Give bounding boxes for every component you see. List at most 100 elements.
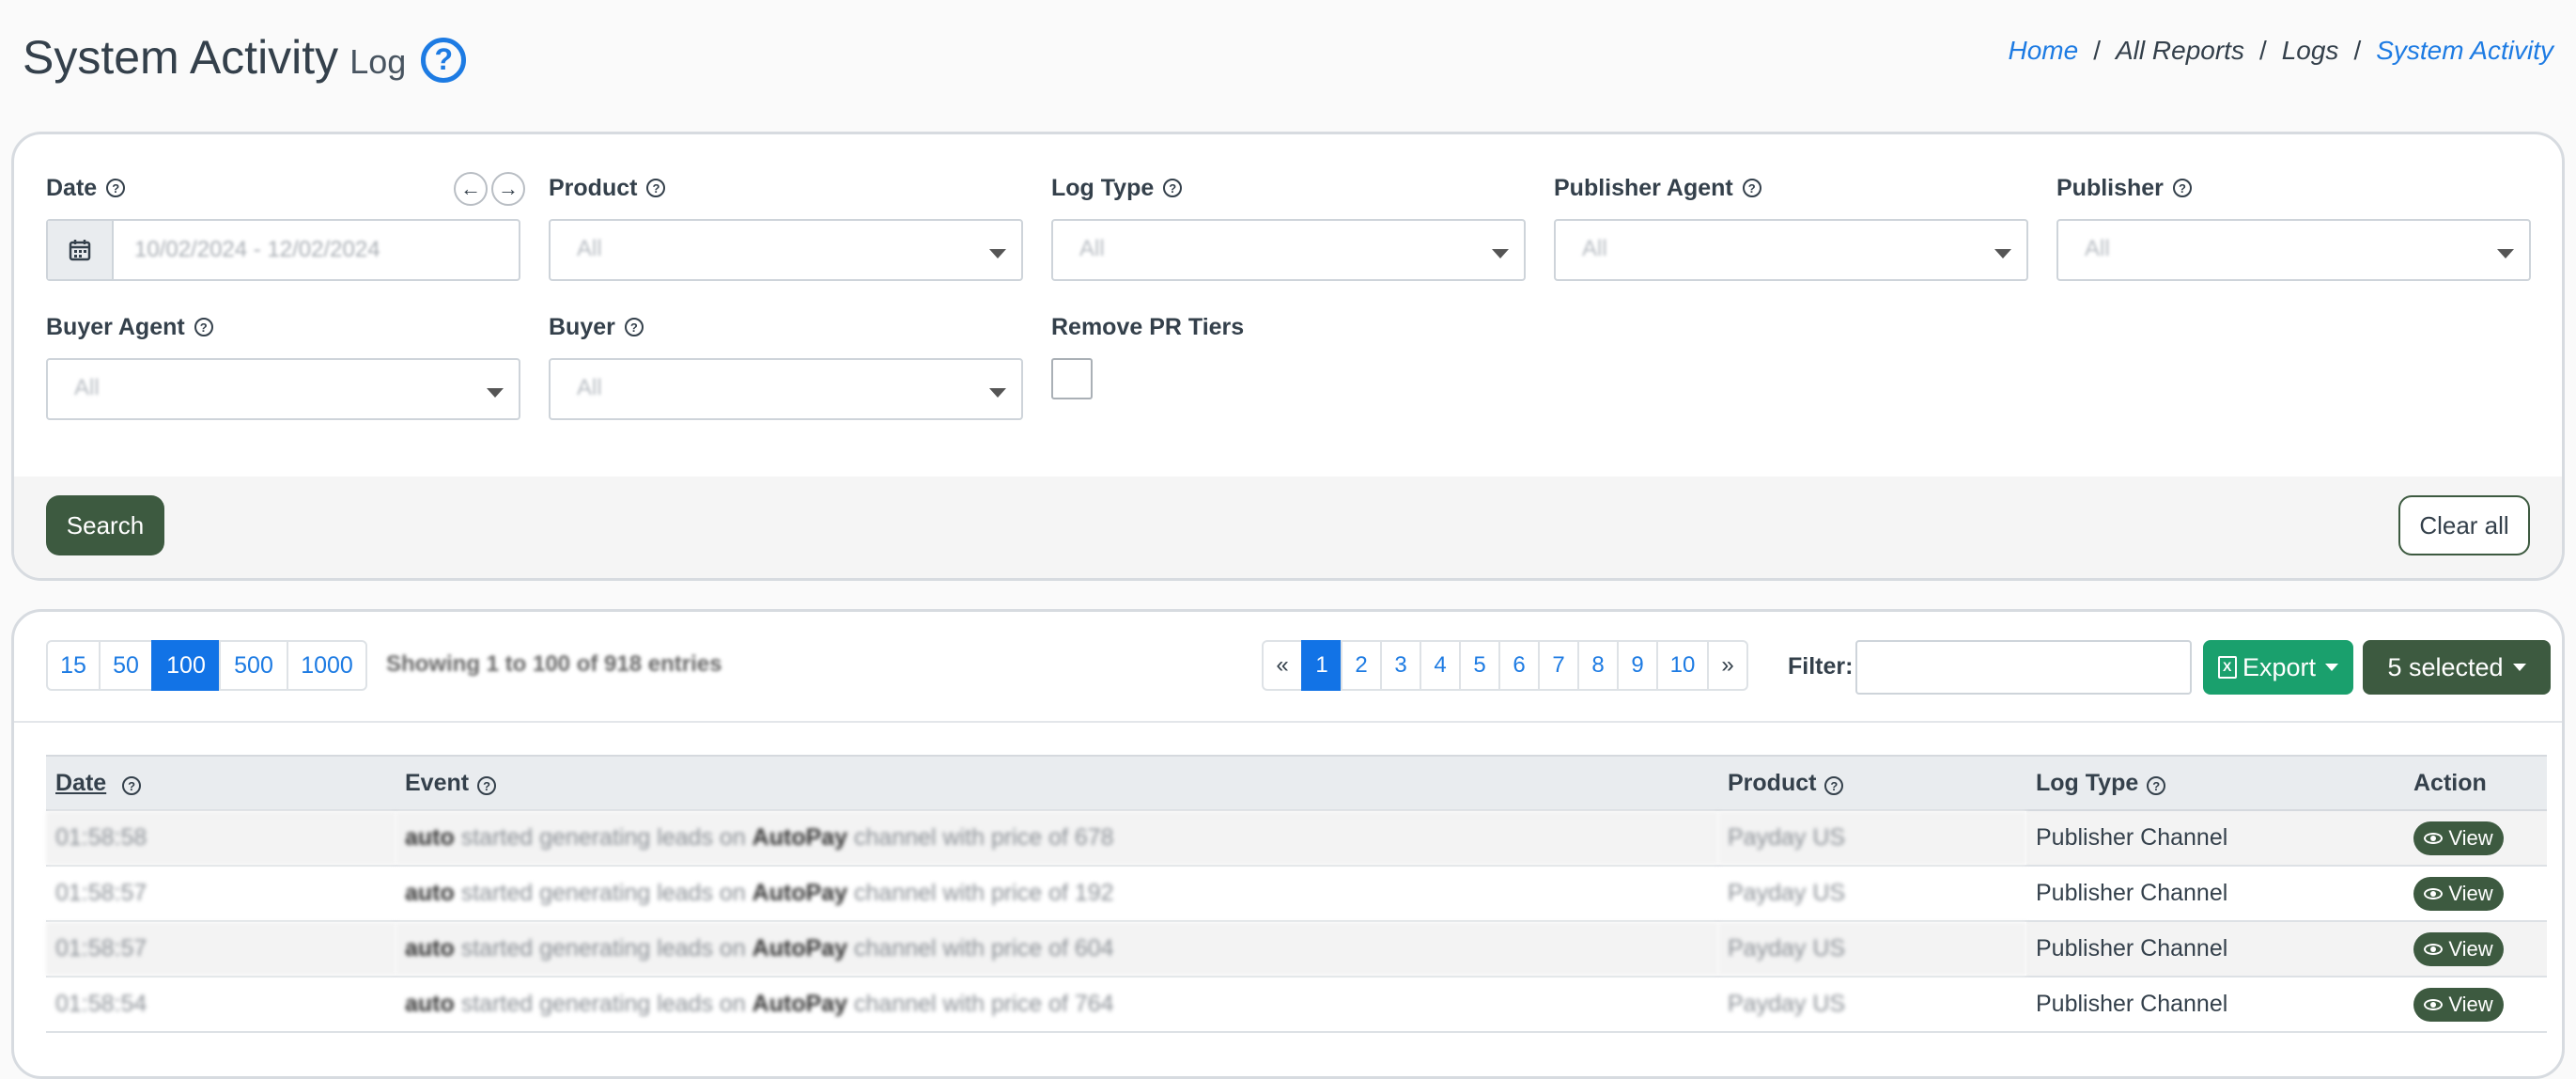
columns-selected-button[interactable]: 5 selected: [2363, 640, 2551, 695]
pagination-page[interactable]: 4: [1420, 640, 1461, 691]
breadcrumb-logs[interactable]: Logs: [2282, 36, 2339, 66]
breadcrumb-separator: /: [2093, 36, 2101, 65]
event-channel: AutoPay: [752, 991, 848, 1017]
table-row: 01:58:58 auto started generating leads o…: [46, 810, 2547, 867]
help-icon[interactable]: ?: [1163, 179, 1183, 197]
row-action: View: [2404, 866, 2547, 922]
column-date[interactable]: Date ?: [46, 755, 396, 811]
page-length-100[interactable]: 100: [151, 640, 221, 691]
arrow-left-icon[interactable]: ←: [454, 172, 488, 206]
page-length-1000[interactable]: 1000: [287, 640, 367, 691]
help-icon[interactable]: ?: [2172, 179, 2192, 197]
filter-footer: Search Clear all: [14, 477, 2562, 578]
product-select[interactable]: All: [549, 219, 1023, 281]
event-channel: AutoPay: [752, 935, 848, 962]
arrow-right-icon[interactable]: →: [491, 172, 525, 206]
pagination-page[interactable]: 8: [1577, 640, 1619, 691]
buyer-select[interactable]: All: [549, 358, 1023, 420]
buyer-agent-select[interactable]: All: [46, 358, 520, 420]
pagination-page[interactable]: 7: [1538, 640, 1579, 691]
filter-panel: Date ? ← → 10/02/2024 - 12/02/2024 Produ…: [11, 132, 2565, 581]
eye-icon: [2424, 943, 2444, 955]
column-action: Action: [2404, 755, 2547, 811]
log-type-label-text: Log Type: [1051, 174, 1155, 201]
calendar-icon[interactable]: [48, 221, 114, 279]
publisher-agent-select-value: All: [1582, 236, 1607, 261]
row-log-type: Publisher Channel: [2026, 810, 2404, 867]
log-type-select[interactable]: All: [1051, 219, 1526, 281]
activity-table: Date ? Event ? Product ? Log Type ? Acti…: [46, 755, 2547, 1033]
pagination-page[interactable]: 3: [1380, 640, 1421, 691]
row-event: auto started generating leads on AutoPay…: [396, 810, 1718, 867]
publisher-agent-label: Publisher Agent ?: [1554, 172, 2028, 204]
page: System Activity Log ? Home / All Reports…: [0, 0, 2576, 1079]
row-product: Payday US: [1718, 977, 2026, 1033]
breadcrumb: Home / All Reports / Logs / System Activ…: [2009, 36, 2553, 66]
view-button[interactable]: View: [2413, 987, 2504, 1022]
help-icon[interactable]: ?: [646, 179, 666, 197]
row-product: Payday US: [1718, 810, 2026, 867]
view-button[interactable]: View: [2413, 876, 2504, 911]
entries-info: Showing 1 to 100 of 918 entries: [386, 651, 722, 677]
help-icon[interactable]: ?: [122, 776, 142, 795]
column-log-type-label: Log Type: [2036, 769, 2139, 796]
row-product: Payday US: [1718, 921, 2026, 977]
breadcrumb-home[interactable]: Home: [2009, 36, 2079, 66]
table-header-row: Date ? Event ? Product ? Log Type ? Acti…: [46, 755, 2547, 811]
pagination: « 1 2 3 4 5 6 7 8 9 10 »: [1262, 640, 1748, 691]
breadcrumb-current[interactable]: System Activity: [2376, 36, 2553, 66]
product-select-value: All: [577, 236, 602, 261]
search-button[interactable]: Search: [46, 495, 164, 555]
date-filter: Date ? ← → 10/02/2024 - 12/02/2024: [46, 172, 525, 285]
pagination-page[interactable]: 9: [1617, 640, 1658, 691]
export-button[interactable]: Export: [2203, 640, 2353, 695]
pagination-next[interactable]: »: [1707, 640, 1748, 691]
help-icon[interactable]: ?: [1824, 776, 1844, 795]
breadcrumb-all-reports[interactable]: All Reports: [2116, 36, 2244, 66]
pagination-page[interactable]: 2: [1341, 640, 1382, 691]
table-row: 01:58:57 auto started generating leads o…: [46, 866, 2547, 922]
row-product: Payday US: [1718, 866, 2026, 922]
buyer-filter: Buyer ? All: [549, 311, 1023, 424]
pagination-page[interactable]: 6: [1498, 640, 1540, 691]
help-icon[interactable]: ?: [194, 318, 213, 336]
publisher-agent-select[interactable]: All: [1554, 219, 2028, 281]
remove-pr-tiers-checkbox[interactable]: [1051, 358, 1093, 399]
publisher-select[interactable]: All: [2056, 219, 2531, 281]
breadcrumb-separator: /: [2353, 36, 2362, 65]
remove-pr-tiers-label: Remove PR Tiers: [1051, 313, 1245, 340]
help-icon[interactable]: ?: [2147, 776, 2166, 795]
help-icon[interactable]: ?: [106, 179, 126, 197]
page-header: System Activity Log ? Home / All Reports…: [23, 23, 2553, 98]
publisher-select-value: All: [2085, 236, 2110, 261]
row-action: View: [2404, 921, 2547, 977]
clear-all-button[interactable]: Clear all: [2398, 495, 2530, 555]
row-action: View: [2404, 810, 2547, 867]
date-range-input[interactable]: 10/02/2024 - 12/02/2024: [46, 219, 520, 281]
column-product-label: Product: [1728, 769, 1817, 796]
help-icon[interactable]: ?: [421, 37, 467, 83]
filter-input[interactable]: [1855, 640, 2192, 695]
page-length-50[interactable]: 50: [99, 640, 153, 691]
help-icon[interactable]: ?: [477, 776, 497, 795]
help-icon[interactable]: ?: [624, 318, 644, 336]
remove-pr-tiers-filter: Remove PR Tiers: [1051, 311, 1333, 424]
eye-icon: [2424, 998, 2444, 1010]
publisher-filter: Publisher ? All: [2056, 172, 2531, 285]
column-event-label: Event: [405, 769, 470, 796]
event-text: started generating leads on: [454, 935, 753, 962]
view-button[interactable]: View: [2413, 821, 2504, 855]
page-length-15[interactable]: 15: [46, 640, 101, 691]
pagination-page[interactable]: 5: [1459, 640, 1500, 691]
pagination-page[interactable]: 1: [1301, 640, 1342, 691]
chevron-down-icon: [1994, 249, 2011, 258]
chevron-down-icon: [989, 249, 1006, 258]
results-panel: 15 50 100 500 1000 Showing 1 to 100 of 9…: [11, 609, 2565, 1079]
view-button[interactable]: View: [2413, 931, 2504, 966]
publisher-label-text: Publisher: [2056, 174, 2164, 201]
event-user: auto: [405, 991, 455, 1017]
page-length-500[interactable]: 500: [219, 640, 288, 691]
pagination-page[interactable]: 10: [1656, 640, 1709, 691]
help-icon[interactable]: ?: [1742, 179, 1761, 197]
pagination-prev[interactable]: «: [1262, 640, 1303, 691]
